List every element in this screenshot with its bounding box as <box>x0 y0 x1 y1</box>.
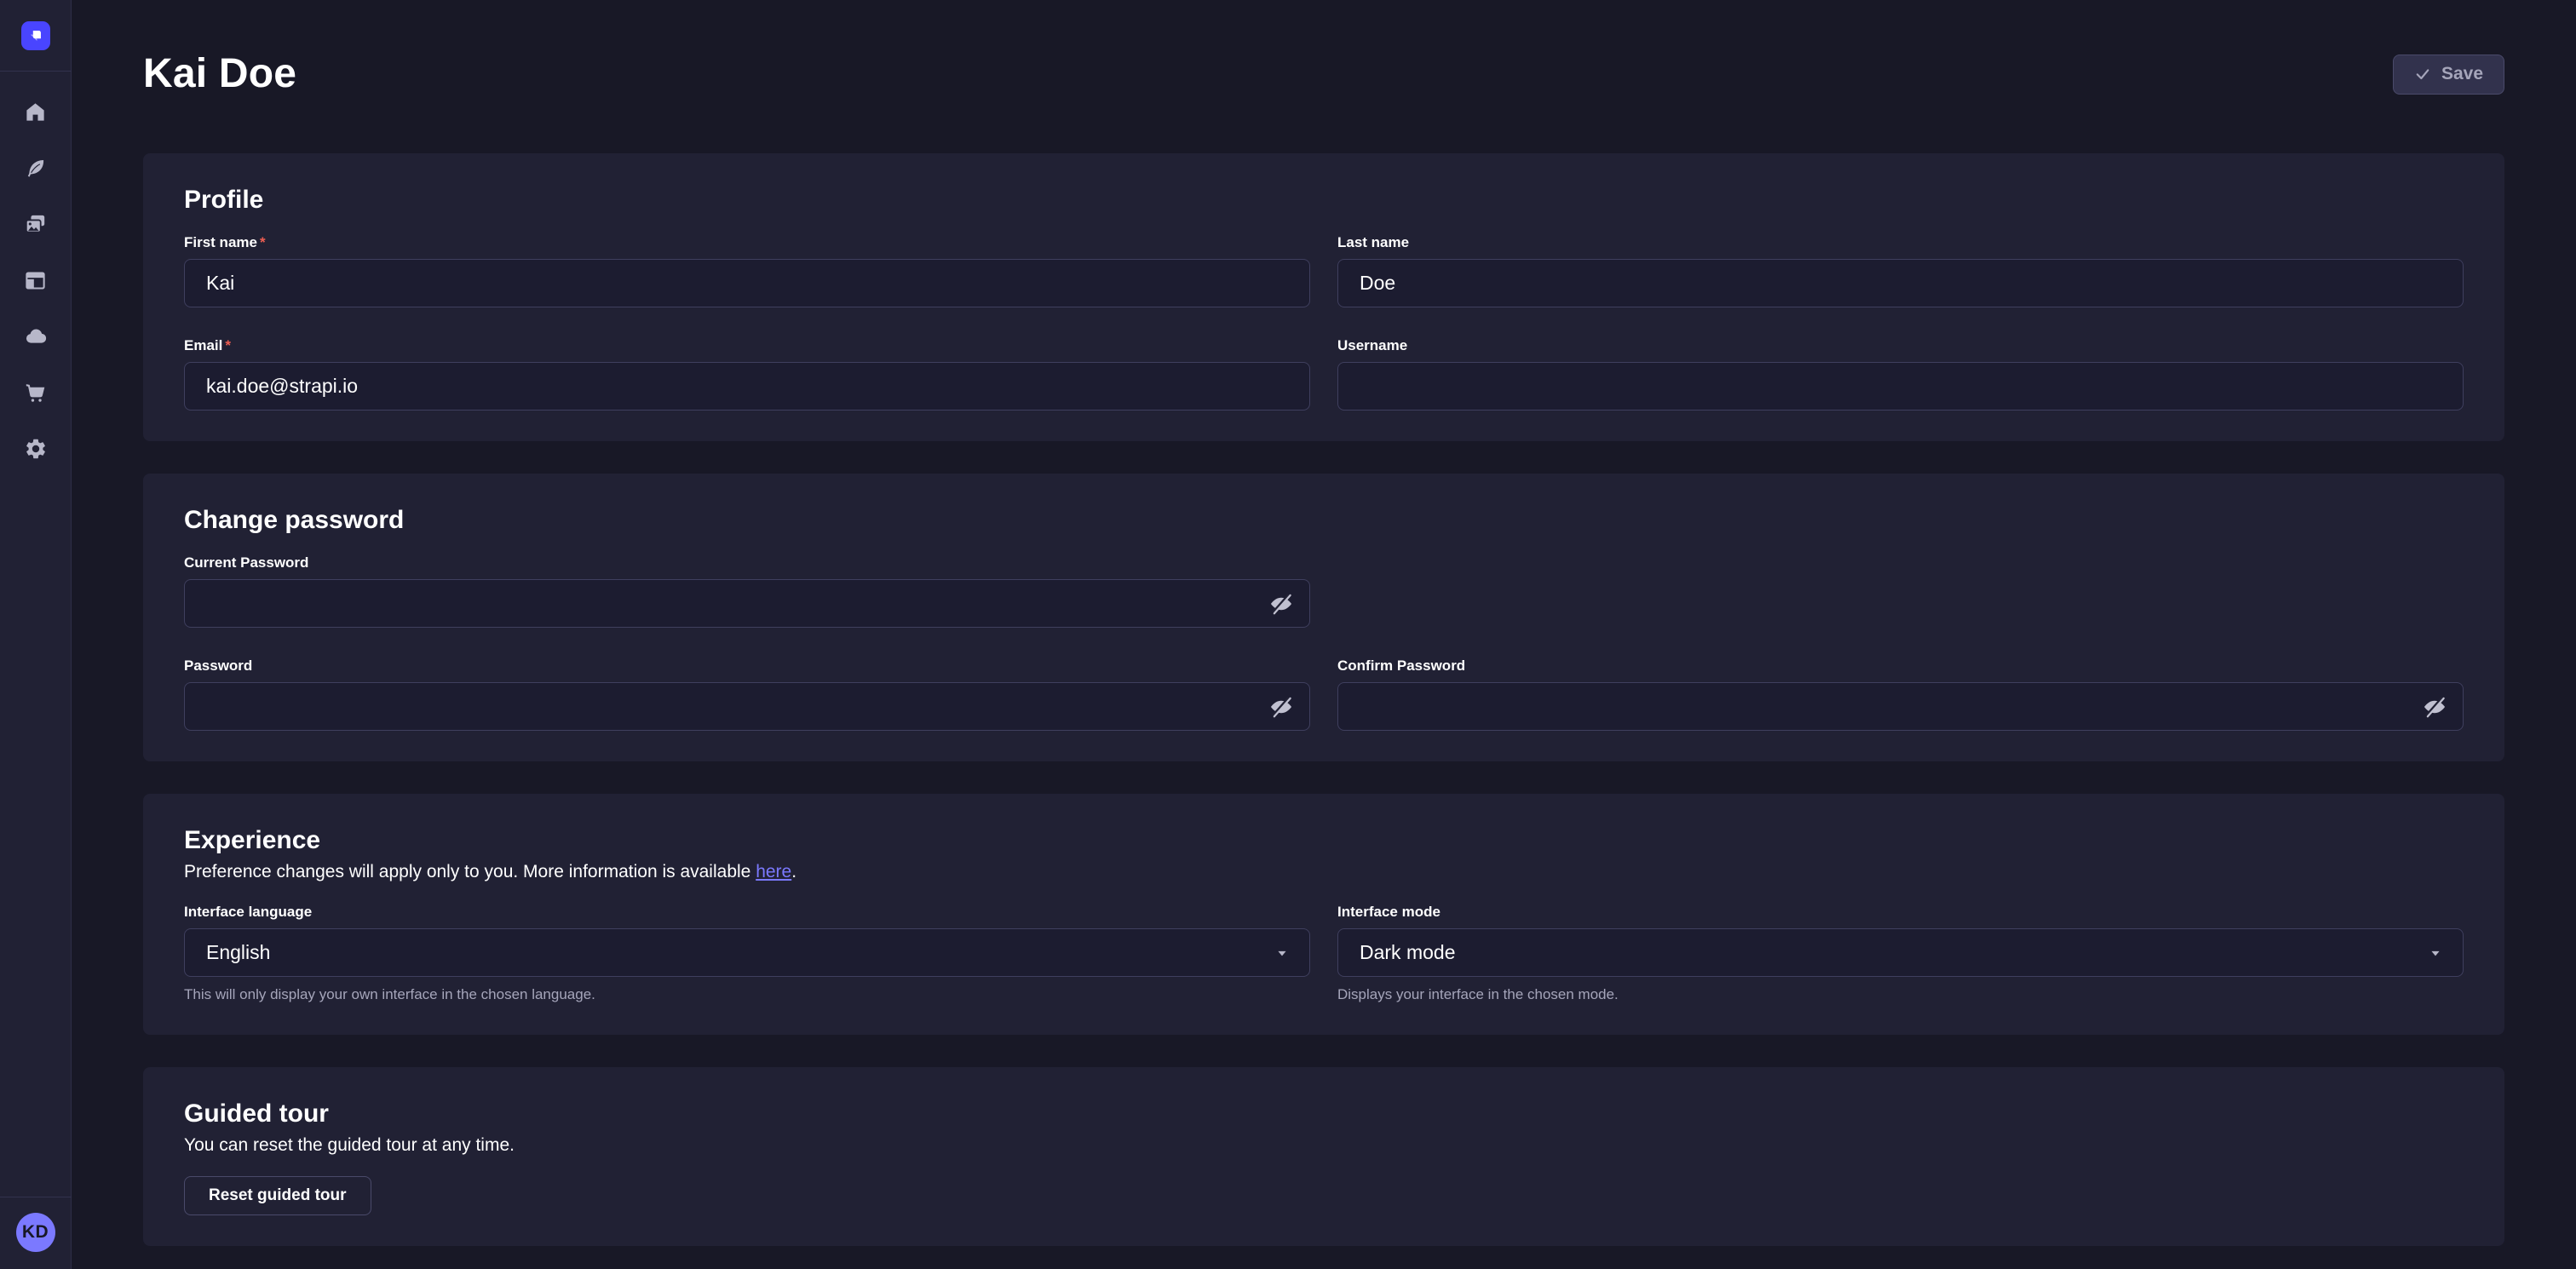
first-name-input[interactable] <box>184 259 1310 307</box>
app-root: KD Kai Doe Save Profile First name* <box>0 0 2576 1269</box>
gear-icon <box>24 437 48 461</box>
guided-tour-heading: Guided tour <box>184 1098 2464 1130</box>
user-avatar[interactable]: KD <box>16 1213 55 1252</box>
avatar-initials: KD <box>22 1222 49 1243</box>
sidebar-item-content-type-builder[interactable] <box>8 252 64 308</box>
experience-heading: Experience <box>184 824 2464 857</box>
current-password-input[interactable] <box>184 579 1310 628</box>
toggle-password-visibility-button[interactable] <box>1264 690 1298 724</box>
required-mark: * <box>260 234 266 250</box>
chevron-down-icon <box>1274 945 1291 962</box>
eye-off-icon <box>2422 694 2447 720</box>
sidebar-footer: KD <box>0 1197 72 1269</box>
sidebar-item-content-manager[interactable] <box>8 140 64 196</box>
first-name-label: First name* <box>184 233 1310 252</box>
toggle-confirm-password-visibility-button[interactable] <box>2418 690 2452 724</box>
main-content: Kai Doe Save Profile First name* Last <box>72 0 2576 1269</box>
last-name-label: Last name <box>1337 233 2464 252</box>
interface-language-hint: This will only display your own interfac… <box>184 985 1310 1004</box>
save-button-label: Save <box>2441 64 2483 84</box>
email-label: Email* <box>184 336 1310 355</box>
sidebar: KD <box>0 0 72 1269</box>
username-field: Username <box>1337 336 2464 411</box>
username-input[interactable] <box>1337 362 2464 411</box>
eye-off-icon <box>1268 591 1294 617</box>
last-name-field: Last name <box>1337 233 2464 307</box>
password-label: Password <box>184 657 1310 675</box>
first-name-field: First name* <box>184 233 1310 307</box>
sidebar-item-cloud[interactable] <box>8 308 64 365</box>
interface-language-field: Interface language English This will onl… <box>184 903 1310 1004</box>
experience-fields-grid: Interface language English This will onl… <box>184 903 2464 1004</box>
profile-card: Profile First name* Last name Email* <box>143 153 2504 441</box>
change-password-card: Change password Current Password <box>143 474 2504 761</box>
page-header: Kai Doe Save <box>143 48 2504 100</box>
sidebar-item-home[interactable] <box>8 83 64 140</box>
sidebar-nav <box>8 72 64 477</box>
experience-description: Preference changes will apply only to yo… <box>184 860 2464 884</box>
email-input[interactable] <box>184 362 1310 411</box>
interface-language-label: Interface language <box>184 903 1310 922</box>
interface-mode-label: Interface mode <box>1337 903 2464 922</box>
required-mark: * <box>225 337 231 353</box>
cloud-icon <box>24 324 48 348</box>
confirm-password-input[interactable] <box>1337 682 2464 731</box>
layout-icon <box>24 269 47 292</box>
here-link[interactable]: here <box>756 862 791 881</box>
logo-container <box>21 0 50 71</box>
experience-card: Experience Preference changes will apply… <box>143 794 2504 1035</box>
images-icon <box>24 213 47 236</box>
reset-guided-tour-button[interactable]: Reset guided tour <box>184 1176 371 1215</box>
sidebar-item-settings[interactable] <box>8 421 64 477</box>
page-title: Kai Doe <box>143 48 296 100</box>
save-button[interactable]: Save <box>2393 55 2504 95</box>
toggle-current-password-visibility-button[interactable] <box>1264 587 1298 621</box>
sidebar-item-media-library[interactable] <box>8 196 64 252</box>
interface-mode-select[interactable]: Dark mode <box>1337 928 2464 977</box>
change-password-heading: Change password <box>184 504 2464 537</box>
feather-icon <box>24 157 47 180</box>
interface-language-select[interactable]: English <box>184 928 1310 977</box>
sidebar-item-marketplace[interactable] <box>8 365 64 421</box>
interface-mode-field: Interface mode Dark mode Displays your i… <box>1337 903 2464 1004</box>
home-icon <box>24 100 47 123</box>
strapi-logo[interactable] <box>21 21 50 50</box>
password-input[interactable] <box>184 682 1310 731</box>
guided-tour-card: Guided tour You can reset the guided tou… <box>143 1067 2504 1246</box>
password-field: Password <box>184 657 1310 731</box>
strapi-logo-icon <box>26 26 45 45</box>
email-field: Email* <box>184 336 1310 411</box>
password-fields-grid: Current Password Password <box>184 554 2464 731</box>
confirm-password-field: Confirm Password <box>1337 657 2464 731</box>
eye-off-icon <box>1268 694 1294 720</box>
last-name-input[interactable] <box>1337 259 2464 307</box>
current-password-field: Current Password <box>184 554 1310 628</box>
guided-tour-description: You can reset the guided tour at any tim… <box>184 1134 2464 1157</box>
username-label: Username <box>1337 336 2464 355</box>
profile-fields-grid: First name* Last name Email* <box>184 233 2464 411</box>
confirm-password-label: Confirm Password <box>1337 657 2464 675</box>
current-password-label: Current Password <box>184 554 1310 572</box>
check-icon <box>2414 66 2431 83</box>
interface-language-value: English <box>206 941 270 964</box>
interface-mode-hint: Displays your interface in the chosen mo… <box>1337 985 2464 1004</box>
cart-icon <box>24 382 47 405</box>
chevron-down-icon <box>2427 945 2444 962</box>
interface-mode-value: Dark mode <box>1360 941 1455 964</box>
profile-heading: Profile <box>184 184 2464 216</box>
